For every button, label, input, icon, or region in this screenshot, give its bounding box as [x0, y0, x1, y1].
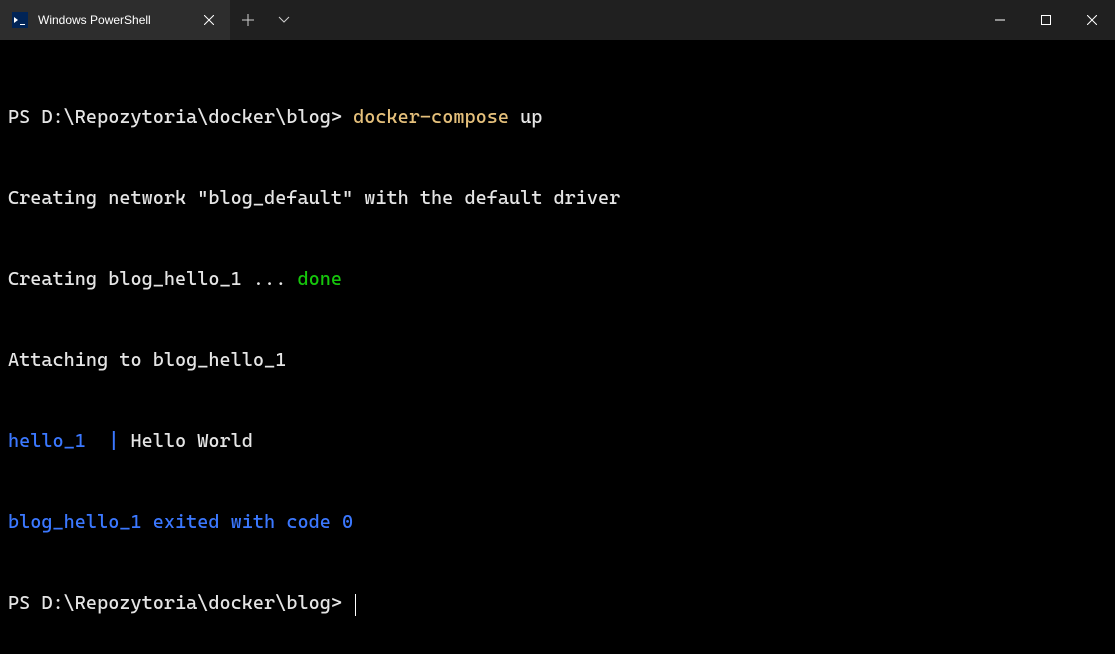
window-controls	[977, 0, 1115, 40]
prompt: PS D:\Repozytoria\docker\blog>	[8, 592, 353, 614]
chevron-down-icon	[278, 16, 290, 24]
command-part: up	[509, 106, 542, 128]
maximize-button[interactable]	[1023, 0, 1069, 40]
titlebar: Windows PowerShell	[0, 0, 1115, 40]
cursor	[355, 594, 356, 616]
status-done: done	[297, 268, 342, 290]
output-text: Hello World	[119, 430, 253, 452]
close-icon	[1087, 15, 1097, 25]
terminal-line: PS D:\Repozytoria\docker\blog>	[8, 590, 1107, 617]
terminal-line: Creating blog_hello_1 ... done	[8, 266, 1107, 293]
terminal-line: hello_1 | Hello World	[8, 428, 1107, 455]
new-tab-button[interactable]	[230, 0, 266, 40]
terminal-line: blog_hello_1 exited with code 0	[8, 509, 1107, 536]
prompt: PS D:\Repozytoria\docker\blog>	[8, 106, 353, 128]
command-part: docker-compose	[353, 106, 509, 128]
output-text: Creating network "blog_default" with the…	[8, 187, 620, 209]
output-text: Attaching to blog_hello_1	[8, 349, 286, 371]
minimize-button[interactable]	[977, 0, 1023, 40]
powershell-icon	[12, 12, 28, 28]
tab-powershell[interactable]: Windows PowerShell	[0, 0, 230, 40]
terminal-output[interactable]: PS D:\Repozytoria\docker\blog> docker-co…	[0, 40, 1115, 654]
maximize-icon	[1041, 15, 1051, 25]
tab-close-button[interactable]	[198, 9, 220, 31]
close-icon	[204, 15, 214, 25]
minimize-icon	[995, 15, 1005, 25]
tab-actions	[230, 0, 302, 40]
tab-dropdown-button[interactable]	[266, 0, 302, 40]
titlebar-drag-region[interactable]	[302, 0, 977, 40]
terminal-line: PS D:\Repozytoria\docker\blog> docker-co…	[8, 104, 1107, 131]
exit-message: blog_hello_1 exited with code 0	[8, 511, 353, 533]
plus-icon	[242, 14, 254, 26]
terminal-line: Attaching to blog_hello_1	[8, 347, 1107, 374]
tab-title: Windows PowerShell	[38, 13, 190, 27]
service-label: hello_1 |	[8, 430, 119, 452]
output-text: Creating blog_hello_1 ...	[8, 268, 297, 290]
terminal-line: Creating network "blog_default" with the…	[8, 185, 1107, 212]
window-close-button[interactable]	[1069, 0, 1115, 40]
